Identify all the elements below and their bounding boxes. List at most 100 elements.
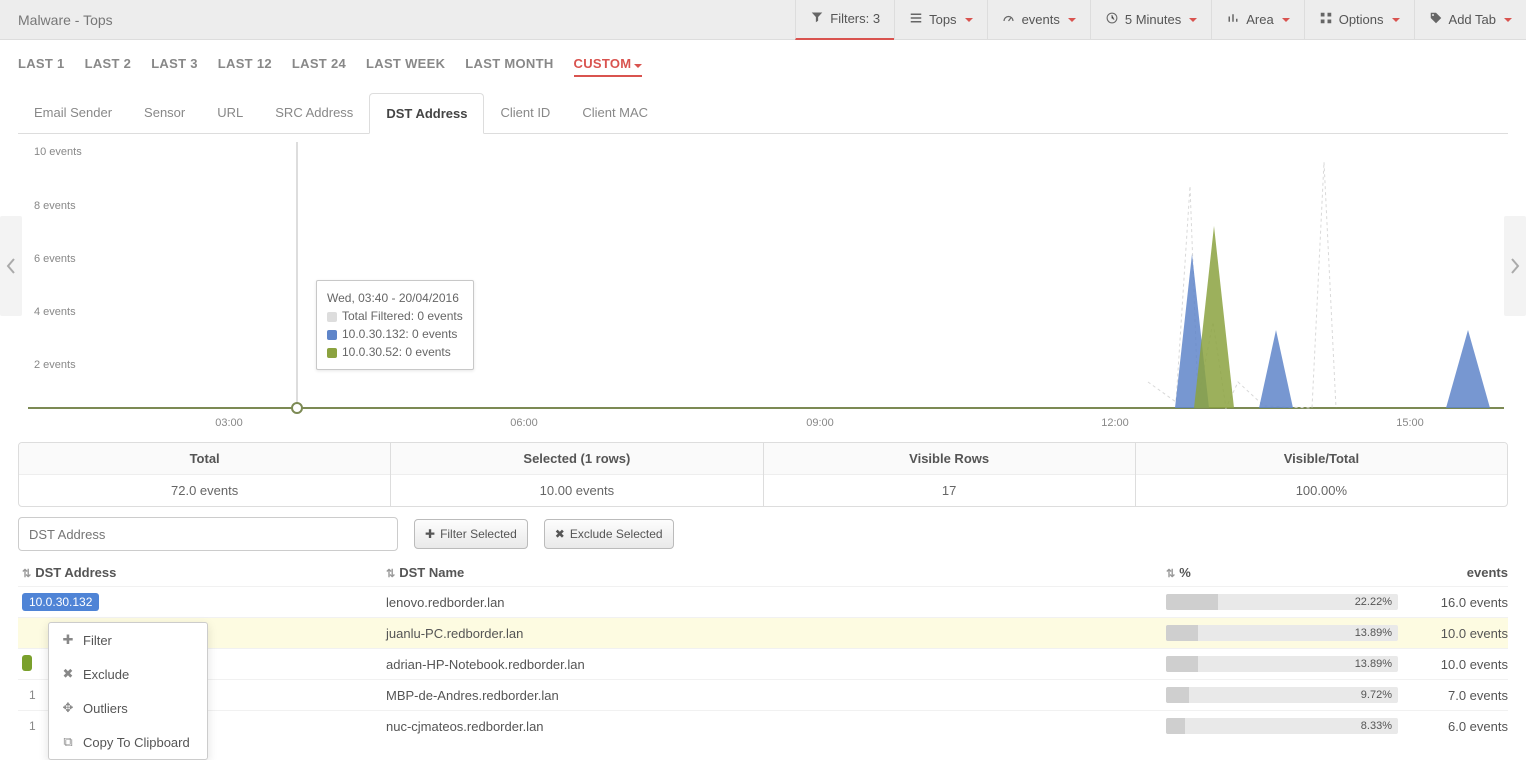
area-button[interactable]: Area [1211,0,1303,40]
col-percent[interactable]: ⇅% [1158,565,1398,580]
range-custom[interactable]: CUSTOM [574,56,643,77]
cell-name: adrian-HP-Notebook.redborder.lan [386,657,1158,672]
topbar: Malware - Tops Filters: 3 Tops events 5 … [0,0,1526,40]
exclude-selected-button[interactable]: ✖ Exclude Selected [544,519,674,549]
sort-icon: ⇅ [1166,568,1175,580]
range-lastmonth[interactable]: LAST MONTH [465,56,553,77]
col-dst-name[interactable]: ⇅DST Name [386,565,1158,580]
percent-bar: 13.89% [1166,656,1398,672]
filter-icon [810,11,824,26]
ctx-filter[interactable]: ✚Filter [49,623,207,657]
chart-area: 03:00 06:00 09:00 12:00 15:00 10 events … [18,142,1508,436]
interval-button[interactable]: 5 Minutes [1090,0,1211,40]
percent-bar: 8.33% [1166,718,1398,734]
table-row[interactable]: 1 MBP-de-Andres.redborder.lan9.72%7.0 eve… [18,679,1508,710]
clock-icon [1105,12,1119,27]
ytick-6: 6 events [34,253,76,265]
tag-icon [1429,12,1443,27]
cell-events: 7.0 events [1398,688,1508,703]
tooltip-time: Wed, 03:40 - 20/04/2016 [327,289,463,307]
summary-visible: Visible Rows 17 [764,443,1136,506]
target-icon: ✥ [61,700,75,716]
range-last1[interactable]: LAST 1 [18,56,65,77]
cell-dst: 10.0.30.132 [18,593,386,611]
options-label: Options [1339,12,1384,27]
ytick-10: 10 events [34,146,82,158]
filter-selected-label: Filter Selected [440,527,517,541]
cell-percent: 8.33% [1158,718,1398,734]
tab-client-mac[interactable]: Client MAC [566,93,664,133]
ctx-copy[interactable]: ⧉Copy To Clipboard [49,725,207,759]
summary-bar: Total 72.0 events Selected (1 rows) 10.0… [18,442,1508,507]
cell-name: MBP-de-Andres.redborder.lan [386,688,1158,703]
barchart-icon [1226,12,1240,27]
range-last2[interactable]: LAST 2 [85,56,132,77]
ip-text: 1 [22,686,43,704]
summary-total: Total 72.0 events [19,443,391,506]
col-events[interactable]: events [1398,565,1508,580]
ip-swatch [22,655,32,671]
close-icon: ✖ [555,527,565,541]
chart-svg[interactable]: 03:00 06:00 09:00 12:00 15:00 [18,142,1508,436]
svg-text:09:00: 09:00 [806,417,834,429]
percent-bar: 22.22% [1166,594,1398,610]
svg-text:12:00: 12:00 [1101,417,1129,429]
addtab-button[interactable]: Add Tab [1414,0,1526,40]
summary-selected: Selected (1 rows) 10.00 events [391,443,763,506]
tops-button[interactable]: Tops [894,0,986,40]
ctx-exclude[interactable]: ✖Exclude [49,657,207,691]
tab-sensor[interactable]: Sensor [128,93,201,133]
filter-selected-button[interactable]: ✚ Filter Selected [414,519,528,549]
ip-badge[interactable]: 10.0.30.132 [22,593,99,611]
table-row[interactable]: juanlu-PC.redborder.lan 13.89%10.0 events [18,617,1508,648]
tab-url[interactable]: URL [201,93,259,133]
options-button[interactable]: Options [1304,0,1414,40]
cell-name: juanlu-PC.redborder.lan [386,626,1158,641]
range-last24[interactable]: LAST 24 [292,56,346,77]
cell-events: 10.0 events [1398,626,1508,641]
cell-percent: 9.72% [1158,687,1398,703]
cell-name: nuc-cjmateos.redborder.lan [386,719,1158,734]
ytick-4: 4 events [34,306,76,318]
events-label: events [1022,12,1060,27]
tooltip-s1: 10.0.30.132: 0 events [342,327,457,341]
svg-text:03:00: 03:00 [215,417,243,429]
percent-bar: 13.89% [1166,625,1398,641]
cell-percent: 22.22% [1158,594,1398,610]
range-lastweek[interactable]: LAST WEEK [366,56,445,77]
tab-src-address[interactable]: SRC Address [259,93,369,133]
chart-tooltip: Wed, 03:40 - 20/04/2016 Total Filtered: … [316,280,474,370]
events-button[interactable]: events [987,0,1090,40]
search-input[interactable] [18,517,398,551]
tab-email-sender[interactable]: Email Sender [18,93,128,133]
filters-button[interactable]: Filters: 3 [795,0,894,40]
range-last12[interactable]: LAST 12 [218,56,272,77]
gauge-icon [1002,12,1016,27]
table-row[interactable]: 1nuc-cjmateos.redborder.lan8.33%6.0 even… [18,710,1508,741]
cell-events: 16.0 events [1398,595,1508,610]
interval-label: 5 Minutes [1125,12,1181,27]
plus-icon: ✚ [425,527,435,541]
ytick-2: 2 events [34,359,76,371]
close-icon: ✖ [61,666,75,682]
table-row[interactable]: adrian-HP-Notebook.redborder.lan13.89%10… [18,648,1508,679]
tab-client-id[interactable]: Client ID [484,93,566,133]
cell-percent: 13.89% [1158,625,1398,641]
grid-icon [1319,12,1333,27]
summary-vt: Visible/Total 100.00% [1136,443,1507,506]
range-last3[interactable]: LAST 3 [151,56,198,77]
table-row[interactable]: 10.0.30.132lenovo.redborder.lan22.22%16.… [18,586,1508,617]
ctx-outliers[interactable]: ✥Outliers [49,691,207,725]
tab-dst-address[interactable]: DST Address [369,93,484,134]
copy-icon: ⧉ [61,734,75,750]
table-header: ⇅DST Address ⇅DST Name ⇅% events [18,565,1508,580]
area-label: Area [1246,12,1273,27]
filter-row: ✚ Filter Selected ✖ Exclude Selected [18,517,1508,551]
dimension-tabs: Email Sender Sensor URL SRC Address DST … [18,93,1508,134]
tooltip-s2: 10.0.30.52: 0 events [342,345,451,359]
svg-text:15:00: 15:00 [1396,417,1424,429]
tooltip-total: Total Filtered: 0 events [342,309,463,323]
svg-text:06:00: 06:00 [510,417,538,429]
ip-text: 1 [22,717,43,735]
col-dst-address[interactable]: ⇅DST Address [18,565,386,580]
